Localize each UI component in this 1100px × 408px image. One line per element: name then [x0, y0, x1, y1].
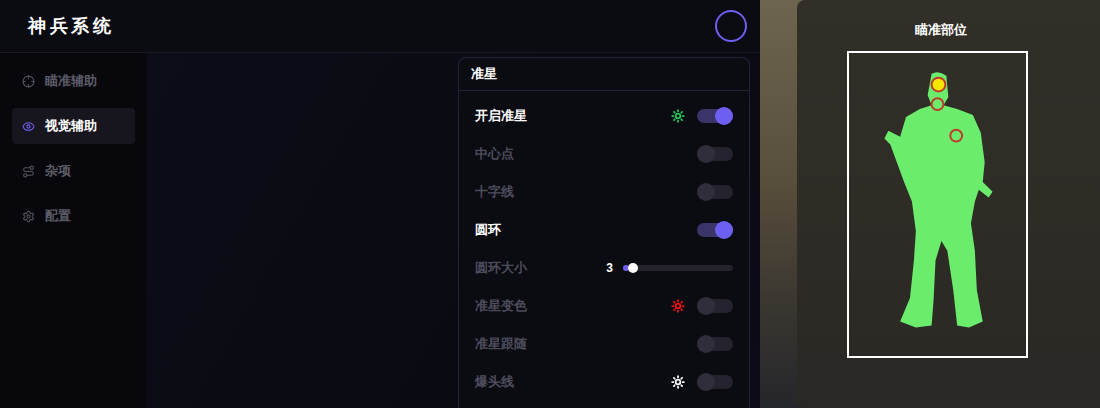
eye-icon [22, 120, 35, 133]
toggle-knob [697, 373, 715, 391]
app-window: 神兵系统瞄准辅助视觉辅助杂项配置准星开启准星中心点十字线圆环圆环大小3准星变色准… [0, 0, 760, 408]
crosshair-panel: 准星开启准星中心点十字线圆环圆环大小 3 准星变色准星跟随爆头线 [458, 57, 750, 408]
app-title: 神兵系统 [28, 13, 114, 40]
aim-box [847, 51, 1028, 358]
header: 神兵系统 [0, 0, 760, 53]
hitbox-marker[interactable] [932, 77, 946, 91]
setting-row: 圆环 [459, 211, 749, 249]
toggle-knob [697, 335, 715, 353]
toggle-knob [697, 183, 715, 201]
setting-label: 十字线 [475, 182, 514, 202]
toggle-switch[interactable] [697, 375, 733, 389]
main-area: 准星开启准星中心点十字线圆环圆环大小 3 准星变色准星跟随爆头线 [147, 53, 760, 408]
setting-row: 中心点 [459, 135, 749, 173]
toggle-switch[interactable] [697, 109, 733, 123]
setting-row: 开启准星 [459, 97, 749, 135]
gear-icon [22, 210, 35, 223]
setting-row: 圆环大小 3 [459, 249, 749, 287]
crosshair-icon [22, 75, 35, 88]
toggle-switch[interactable] [697, 299, 733, 313]
sidebar-item[interactable]: 瞄准辅助 [12, 63, 135, 99]
setting-label: 开启准星 [475, 106, 527, 126]
toggle-switch[interactable] [697, 337, 733, 351]
toggle-knob [715, 221, 733, 239]
route-icon [22, 165, 35, 178]
toggle-knob [697, 145, 715, 163]
sidebar-item[interactable]: 杂项 [12, 153, 135, 189]
sidebar: 瞄准辅助视觉辅助杂项配置 [0, 53, 147, 408]
setting-label: 圆环大小 [475, 258, 527, 278]
aim-panel: 瞄准部位 [797, 0, 1100, 408]
toggle-knob [715, 107, 733, 125]
slider-thumb[interactable] [628, 263, 638, 273]
setting-label: 准星变色 [475, 296, 527, 316]
indicator-sun-icon[interactable] [671, 109, 685, 123]
toggle-switch[interactable] [697, 223, 733, 237]
indicator-sun-icon[interactable] [671, 299, 685, 313]
setting-row: 爆头线 [459, 363, 749, 401]
toggle-knob [697, 297, 715, 315]
hitbox-marker[interactable] [932, 98, 944, 110]
slider-track[interactable] [623, 265, 733, 271]
setting-label: 准星跟随 [475, 334, 527, 354]
aim-title: 瞄准部位 [915, 20, 967, 40]
hitbox-marker[interactable] [950, 129, 962, 141]
indicator-sun-icon[interactable] [671, 375, 685, 389]
panel-header: 准星 [459, 58, 749, 91]
setting-label: 圆环 [475, 220, 501, 240]
toggle-switch[interactable] [697, 185, 733, 199]
slider-value: 3 [606, 259, 613, 277]
setting-row: 十字线 [459, 173, 749, 211]
setting-label: 中心点 [475, 144, 514, 164]
setting-row: 准星变色 [459, 287, 749, 325]
avatar-ring[interactable] [715, 10, 747, 42]
setting-label: 爆头线 [475, 372, 514, 392]
sidebar-item[interactable]: 视觉辅助 [12, 108, 135, 144]
setting-row: 准星跟随 [459, 325, 749, 363]
game-view: 瞄准部位 [760, 0, 1100, 408]
sidebar-item[interactable]: 配置 [12, 198, 135, 234]
toggle-switch[interactable] [697, 147, 733, 161]
screen: 神兵系统瞄准辅助视觉辅助杂项配置准星开启准星中心点十字线圆环圆环大小3准星变色准… [0, 0, 1100, 408]
soldier-silhouette-icon [849, 53, 1026, 356]
